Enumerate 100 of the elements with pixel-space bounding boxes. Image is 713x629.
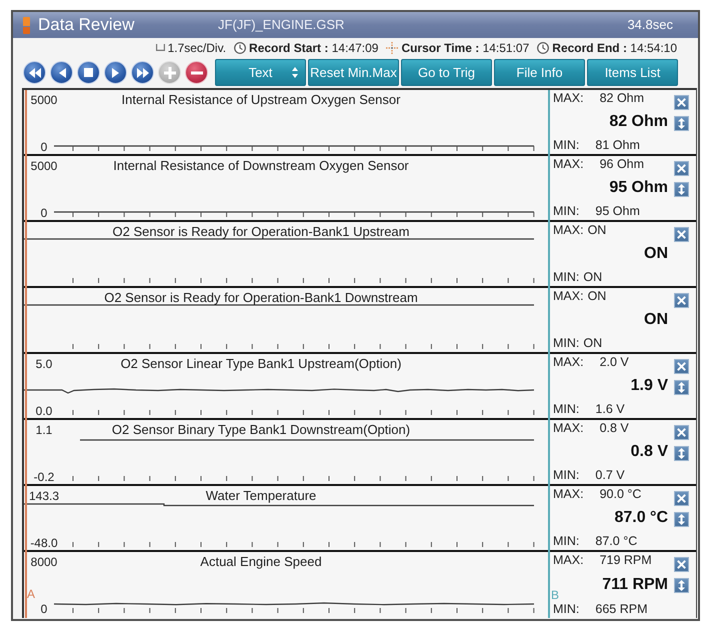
window-title: Data Review — [38, 15, 134, 35]
min-label: MIN: — [553, 204, 580, 218]
stop-button[interactable] — [77, 61, 100, 84]
scale-adjust-button[interactable] — [674, 446, 689, 461]
up-down-arrow-icon — [678, 514, 685, 525]
min-label: MIN: — [553, 534, 580, 548]
channel-title: O2 Sensor is Ready for Operation-Bank1 Upstream — [112, 224, 410, 239]
min-value: 81 Ohm — [595, 138, 640, 152]
cursor-label: B — [551, 589, 560, 601]
close-icon — [677, 296, 686, 305]
scale-max-label: 5000 — [30, 93, 58, 107]
close-button[interactable] — [674, 359, 689, 374]
max-label: MAX: — [553, 553, 584, 567]
max-value: ON — [588, 223, 606, 237]
close-icon — [677, 362, 686, 371]
time-scale-label: 1.7sec/Div. — [168, 40, 226, 54]
scale-max-label: 1.1 — [36, 423, 52, 437]
close-icon — [677, 494, 686, 503]
clock-icon — [537, 42, 550, 54]
channel-title: Water Temperature — [206, 488, 316, 503]
close-icon — [677, 230, 686, 239]
min-label: MIN: — [553, 336, 580, 350]
max-label: MAX: — [553, 289, 584, 303]
scale-max-label: 143.3 — [28, 489, 60, 503]
up-down-arrow-icon — [678, 448, 685, 459]
max-value: ON — [588, 289, 606, 303]
toolbar-button[interactable]: Items List — [587, 59, 678, 86]
max-label: MAX: — [553, 91, 584, 105]
plus-icon — [164, 66, 176, 78]
fast-forward-icon — [136, 66, 148, 78]
scale-adjust-button[interactable] — [674, 380, 689, 395]
close-button[interactable] — [674, 227, 689, 242]
min-value: 87.0 °C — [595, 534, 638, 548]
close-button[interactable] — [674, 491, 689, 506]
mode-dropdown[interactable]: Text — [215, 59, 306, 86]
step-back-icon — [58, 66, 66, 78]
close-icon — [677, 98, 686, 107]
close-button[interactable] — [674, 557, 689, 572]
max-label: MAX: — [553, 421, 584, 435]
current-value: ON — [644, 244, 668, 262]
scale-adjust-button[interactable] — [674, 512, 689, 527]
rewind-icon — [28, 66, 40, 78]
remove-button[interactable] — [185, 61, 208, 84]
min-label: MIN: — [553, 402, 580, 416]
max-value: 2.0 V — [600, 355, 629, 369]
max-label: MAX: — [553, 223, 584, 237]
current-value: 95 Ohm — [609, 178, 668, 196]
max-value: 82 Ohm — [600, 91, 644, 105]
max-value: 719 RPM — [600, 553, 652, 567]
close-button[interactable] — [674, 425, 689, 440]
min-value: 95 Ohm — [595, 204, 640, 218]
scale-min-label: -0.2 — [34, 470, 54, 484]
close-button[interactable] — [674, 95, 689, 110]
channel-title: Actual Engine Speed — [200, 554, 322, 569]
current-value: ON — [644, 310, 668, 328]
stop-icon — [84, 68, 93, 77]
record-duration: 34.8sec — [627, 17, 673, 33]
fast-forward-button[interactable] — [131, 61, 154, 84]
max-value: 90.0 °C — [600, 487, 642, 501]
min-value: ON — [583, 336, 602, 350]
min-label: MIN: — [553, 468, 580, 482]
toolbar-button[interactable]: Reset Min.Max — [308, 59, 399, 86]
min-label: MIN: — [553, 138, 580, 152]
close-button[interactable] — [674, 161, 689, 176]
close-icon — [677, 560, 686, 569]
file-name: JF(JF)_ENGINE.GSR — [218, 17, 344, 33]
scale-min-label: 0 — [40, 206, 48, 220]
scale-adjust-button[interactable] — [674, 578, 689, 593]
step-back-button[interactable] — [50, 61, 73, 84]
min-value: ON — [583, 270, 602, 284]
up-down-arrow-icon — [678, 382, 685, 393]
scale-max-label: 8000 — [30, 555, 58, 569]
current-value: 87.0 °C — [614, 508, 668, 526]
close-icon — [677, 428, 686, 437]
channel-title: Internal Resistance of Upstream Oxygen Sensor — [122, 92, 400, 107]
toolbar-button[interactable]: File Info — [494, 59, 585, 86]
cursor-time-label: Cursor Time : 14:51:07 — [401, 40, 530, 54]
min-label: MIN: — [553, 602, 580, 616]
channel-title: Internal Resistance of Downstream Oxygen Sensor — [113, 158, 409, 173]
play-button[interactable] — [104, 61, 127, 84]
clock-icon — [234, 42, 246, 54]
scale-adjust-button[interactable] — [674, 182, 689, 197]
crosshair-icon — [386, 42, 398, 54]
max-label: MAX: — [553, 355, 584, 369]
bracket-icon — [156, 44, 165, 51]
scale-min-label: 0 — [40, 140, 48, 154]
current-value: 82 Ohm — [609, 112, 668, 130]
scale-max-label: 5000 — [30, 159, 58, 173]
current-value: 0.8 V — [630, 442, 668, 460]
channel-title: O2 Sensor is Ready for Operation-Bank1 Downstream — [104, 290, 418, 305]
rewind-button[interactable] — [23, 61, 46, 84]
marker-icon — [23, 16, 30, 34]
min-value: 665 RPM — [595, 602, 648, 616]
toolbar-button[interactable]: Go to Trig — [401, 59, 492, 86]
record-end-label: Record End : 14:54:10 — [552, 40, 677, 54]
scale-adjust-button[interactable] — [674, 116, 689, 131]
scale-min-label: 0 — [40, 602, 48, 616]
max-value: 96 Ohm — [600, 157, 644, 171]
up-down-arrow-icon — [678, 184, 685, 195]
close-button[interactable] — [674, 293, 689, 308]
